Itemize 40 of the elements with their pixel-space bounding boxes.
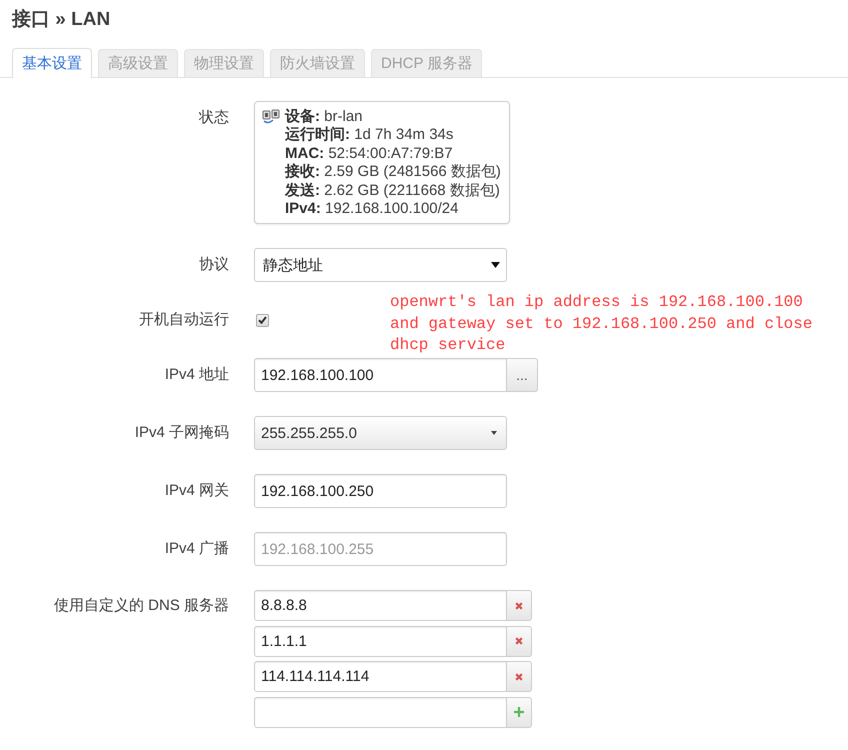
dropdown[interactable]: 255.255.255.0: [254, 416, 507, 450]
add-button[interactable]: [507, 696, 532, 728]
status-line: MAC: 52:54:00:A7:79:B7: [285, 144, 454, 163]
field-label: 协议: [198, 255, 229, 276]
tab[interactable]: 基本设置: [12, 48, 92, 78]
status-line: 接收: 2.59 GB (2481566 数据包): [285, 163, 501, 182]
ellipsis-button[interactable]: ...: [507, 358, 538, 392]
field-label: 状态: [198, 108, 229, 128]
dropdown[interactable]: 静态地址: [254, 248, 507, 282]
text-field[interactable]: [254, 696, 507, 728]
text-field[interactable]: 192.168.100.100: [254, 358, 507, 392]
text-field[interactable]: 192.168.100.250: [254, 474, 507, 508]
text-field[interactable]: 114.114.114.114: [254, 661, 507, 692]
page-title: 接口 » LAN: [12, 8, 110, 32]
cross-icon: [515, 672, 523, 681]
field-label: IPv4 广播: [164, 539, 229, 560]
checkbox[interactable]: [256, 314, 269, 327]
status-line: 发送: 2.62 GB (2211668 数据包): [285, 182, 501, 200]
text-field[interactable]: 1.1.1.1: [254, 626, 507, 657]
network-ports-icon: [262, 109, 280, 125]
remove-button[interactable]: [507, 626, 532, 657]
cross-icon: [515, 602, 523, 610]
remove-button[interactable]: [507, 590, 532, 622]
remove-button[interactable]: [507, 661, 532, 692]
annotation-text: openwrt's lan ip address is 192.168.100.100 and gateway set to 192.168.100.250 and close dhcp service: [390, 292, 814, 356]
caret-icon: [491, 262, 500, 268]
field-label: IPv4 子网掩码: [134, 423, 229, 444]
status-line: IPv4: 192.168.100.100/24: [285, 200, 460, 218]
text-field[interactable]: 8.8.8.8: [254, 590, 507, 622]
text-field[interactable]: 192.168.100.255: [254, 532, 507, 566]
cross-icon: [515, 637, 523, 646]
checkmark-icon: [258, 316, 267, 324]
field-label: 使用自定义的 DNS 服务器: [52, 596, 229, 616]
field-label: IPv4 地址: [164, 365, 229, 386]
status-line: 运行时间: 1d 7h 34m 34s: [285, 126, 454, 145]
field-label: 开机自动运行: [138, 310, 229, 330]
field-label: IPv4 网关: [164, 481, 229, 502]
caret-icon: [491, 431, 497, 436]
status-line: 设备: br-lan: [285, 108, 364, 126]
plus-icon: [514, 707, 524, 718]
